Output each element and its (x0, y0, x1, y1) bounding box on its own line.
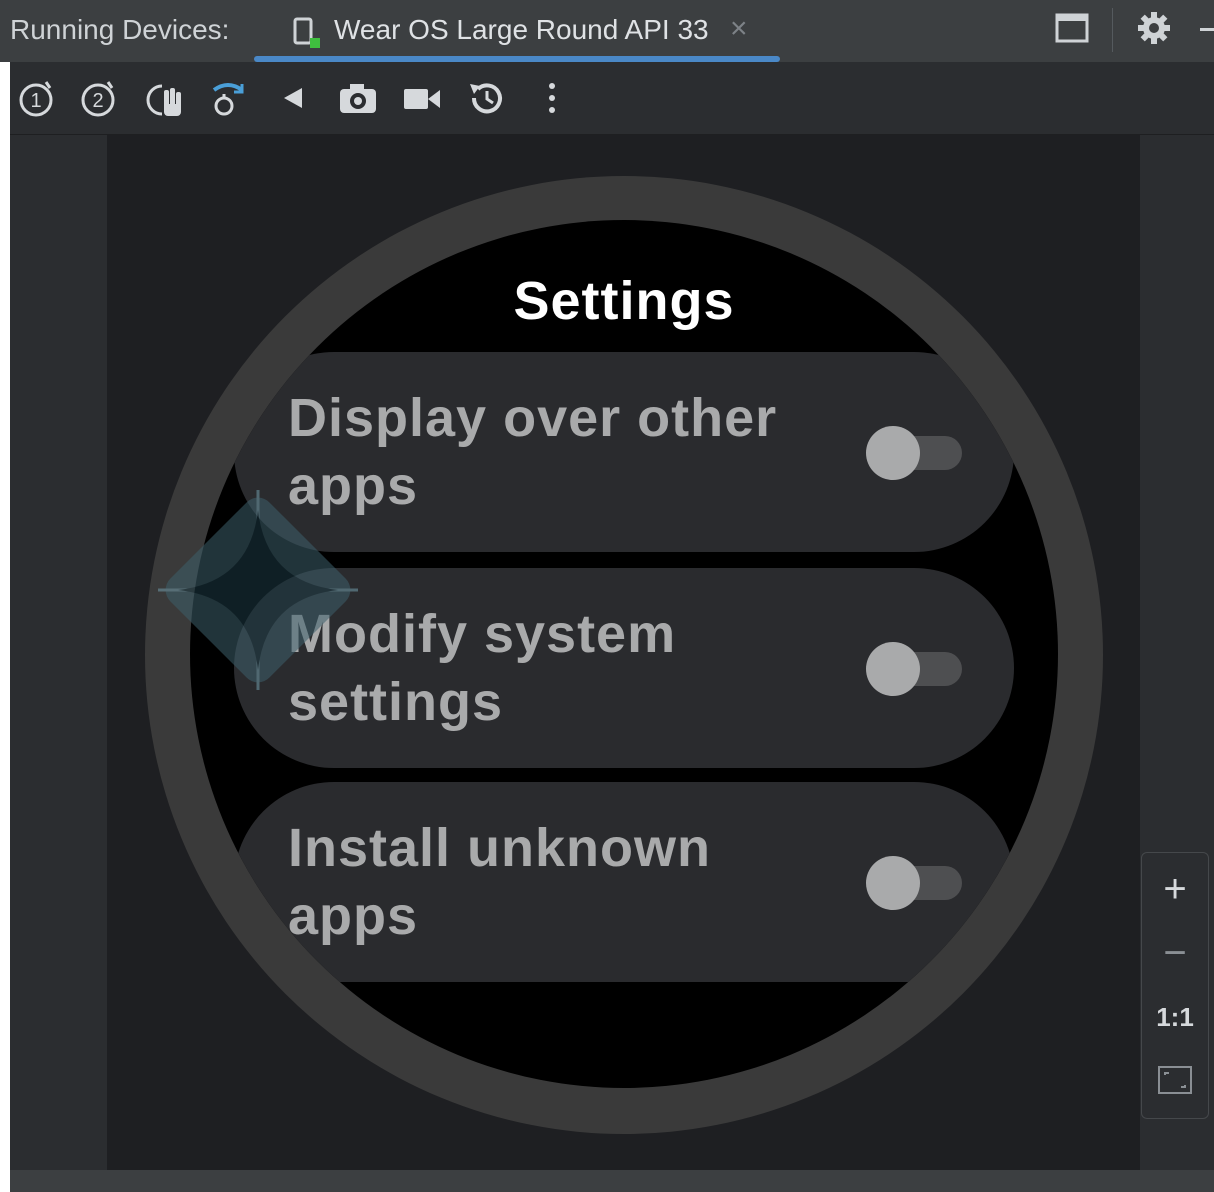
zoom-in-button[interactable]: + (1142, 861, 1208, 917)
hand-icon[interactable] (144, 76, 188, 120)
actual-size-button[interactable]: 1:1 (1142, 989, 1208, 1045)
rotate-icon[interactable] (206, 76, 250, 120)
setting-chip-install-unknown[interactable]: Install unknown apps (234, 782, 1014, 982)
fit-screen-icon[interactable] (1142, 1053, 1208, 1109)
gear-icon[interactable] (1136, 10, 1172, 46)
power-icon[interactable]: 1 (16, 76, 60, 120)
setting-label: Install unknown apps (288, 818, 712, 946)
volume-up-icon[interactable]: 2 (78, 76, 122, 120)
toggle-thumb (866, 426, 920, 480)
tab-close-icon[interactable]: × (730, 12, 748, 46)
toggle-switch[interactable] (866, 854, 962, 910)
zoom-out-button[interactable]: − (1142, 925, 1208, 981)
tab-label: Wear OS Large Round API 33 (334, 14, 709, 45)
svg-text:1: 1 (30, 90, 41, 112)
more-vertical-icon[interactable] (530, 76, 574, 120)
titlebar-divider (1112, 8, 1113, 52)
running-devices-label: Running Devices: (10, 14, 230, 45)
toggle-thumb (866, 856, 920, 910)
minimize-icon[interactable] (1200, 28, 1214, 31)
snapshot-icon[interactable] (464, 76, 508, 120)
video-icon[interactable] (400, 76, 444, 120)
toggle-switch[interactable] (866, 424, 962, 480)
tab-wear-os-device[interactable]: Wear OS Large Round API 33 × (290, 10, 780, 58)
emulator-toolbar: 1 2 (10, 62, 1214, 135)
back-icon[interactable] (272, 76, 316, 120)
zoom-controls: + − 1:1 (1141, 852, 1209, 1119)
watermark-logo-icon (138, 470, 378, 710)
camera-icon[interactable] (336, 76, 380, 120)
page-title: Settings (513, 271, 735, 331)
status-bar (10, 1170, 1214, 1192)
svg-text:2: 2 (92, 90, 103, 112)
window-restore-icon[interactable] (1055, 12, 1089, 44)
window-edge (0, 62, 10, 1192)
device-icon (292, 16, 322, 50)
toggle-thumb (866, 642, 920, 696)
toggle-switch[interactable] (866, 640, 962, 696)
running-devices-titlebar: Running Devices: Wear OS Large Round API… (0, 0, 1214, 63)
